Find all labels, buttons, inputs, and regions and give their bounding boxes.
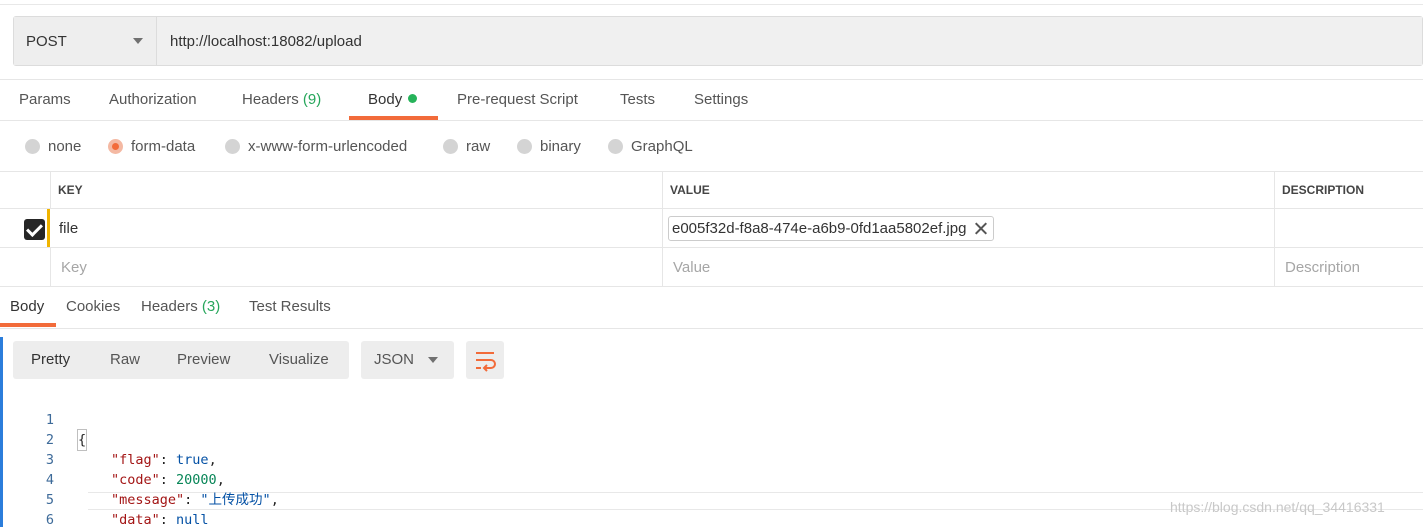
radio-icon	[225, 138, 240, 154]
headers-count: (9)	[302, 91, 322, 108]
code-line: 4 "message": "上传成功",	[0, 450, 1423, 508]
tab-label: Cookies	[66, 298, 121, 315]
response-headers-count: (3)	[201, 298, 221, 315]
tab-body[interactable]: Body	[368, 80, 418, 121]
view-pretty-button[interactable]: Pretty	[31, 341, 70, 379]
request-url-bar: POST	[13, 16, 1423, 66]
tab-headers[interactable]: Headers (9)	[242, 80, 321, 121]
line-number: 6	[45, 512, 54, 527]
format-label: JSON	[374, 351, 415, 368]
tab-label: Headers	[242, 91, 299, 108]
radio-label: raw	[466, 137, 491, 155]
code-line: 3 "code": 20000,	[0, 430, 1423, 488]
chevron-down-icon	[428, 357, 438, 363]
tab-label: Test Results	[249, 298, 331, 315]
view-raw-button[interactable]: Raw	[110, 341, 140, 379]
file-name: e005f32d-f8a8-474e-a6b9-0fd1aa5802ef.jpg	[672, 219, 967, 237]
close-icon[interactable]	[975, 222, 987, 234]
radio-x-www-form-urlencoded[interactable]: x-www-form-urlencoded	[225, 131, 407, 161]
divider	[0, 328, 1423, 329]
code-text: "data": null	[111, 512, 209, 527]
tab-label: Settings	[694, 91, 749, 108]
code-line: 2 "flag": true,	[0, 410, 1423, 468]
column-header-description: DESCRIPTION	[1274, 171, 1423, 208]
tab-settings[interactable]: Settings	[694, 80, 748, 121]
description-placeholder[interactable]: Description	[1274, 248, 1423, 286]
row-key: file	[59, 219, 79, 237]
code-line: 1 {	[0, 390, 1423, 451]
json-value: null	[176, 512, 209, 527]
wrap-lines-button[interactable]	[466, 341, 504, 379]
radio-icon	[608, 138, 623, 154]
radio-checked-icon	[108, 138, 123, 154]
tab-params[interactable]: Params	[19, 80, 71, 121]
tab-label: Headers	[141, 298, 198, 315]
radio-form-data[interactable]: form-data	[108, 131, 195, 161]
view-preview-button[interactable]: Preview	[177, 341, 230, 379]
radio-label: binary	[540, 137, 581, 155]
radio-icon	[25, 138, 40, 154]
row-key-cell[interactable]: file	[50, 209, 662, 247]
tab-label: Params	[19, 91, 71, 108]
table-header-row: KEY VALUE DESCRIPTION	[0, 171, 1423, 209]
tab-authorization[interactable]: Authorization	[109, 80, 197, 121]
response-tab-body[interactable]: Body	[10, 288, 44, 326]
tab-label: Body	[10, 298, 45, 315]
view-mode-group: Pretty Raw Preview Visualize	[13, 341, 349, 379]
chevron-down-icon	[133, 38, 143, 44]
top-strip	[0, 0, 1423, 5]
column-header-key: KEY	[50, 171, 662, 208]
radio-icon	[443, 138, 458, 154]
active-response-tab-underline	[0, 323, 56, 327]
radio-label: GraphQL	[631, 137, 693, 155]
radio-none[interactable]: none	[25, 131, 81, 161]
json-key: "data"	[111, 512, 160, 527]
watermark: https://blog.csdn.net/qq_34416331	[1170, 499, 1385, 515]
response-tab-test-results[interactable]: Test Results	[249, 288, 331, 326]
format-select[interactable]: JSON	[361, 341, 454, 379]
tab-pre-request-script[interactable]: Pre-request Script	[457, 80, 578, 121]
radio-icon	[517, 138, 532, 154]
wrap-lines-icon	[476, 352, 496, 372]
column-header-value: VALUE	[662, 171, 1274, 208]
table-row-empty: Key Value Description	[0, 248, 1423, 287]
active-dot-icon	[408, 94, 418, 103]
response-tab-cookies[interactable]: Cookies	[66, 288, 120, 326]
key-placeholder[interactable]: Key	[50, 248, 662, 286]
row-value-cell[interactable]: e005f32d-f8a8-474e-a6b9-0fd1aa5802ef.jpg	[662, 209, 1274, 247]
table-row: file e005f32d-f8a8-474e-a6b9-0fd1aa5802e…	[0, 209, 1423, 248]
radio-label: x-www-form-urlencoded	[248, 137, 408, 155]
tab-tests[interactable]: Tests	[620, 80, 655, 121]
tab-label: Tests	[620, 91, 656, 108]
row-description-cell[interactable]	[1274, 209, 1423, 247]
tab-label: Authorization	[109, 91, 197, 108]
method-label: POST	[26, 32, 67, 50]
tab-label: Body	[368, 91, 403, 108]
radio-raw[interactable]: raw	[443, 131, 490, 161]
file-chip: e005f32d-f8a8-474e-a6b9-0fd1aa5802ef.jpg	[668, 215, 995, 241]
code-line: 5 "data": null	[0, 470, 1423, 527]
tab-label: Pre-request Script	[457, 91, 578, 108]
method-select[interactable]: POST	[14, 17, 157, 65]
request-tabs: Params Authorization Headers (9) Body Pr…	[0, 80, 1423, 121]
body-type-options: none form-data x-www-form-urlencoded raw…	[0, 131, 1423, 161]
radio-binary[interactable]: binary	[517, 131, 581, 161]
radio-label: none	[48, 137, 82, 155]
divider	[0, 120, 1423, 121]
radio-label: form-data	[131, 137, 196, 155]
radio-graphql[interactable]: GraphQL	[608, 131, 693, 161]
response-tabs: Body Cookies Headers (3) Test Results	[0, 288, 1423, 328]
value-placeholder[interactable]: Value	[662, 248, 1274, 286]
response-tab-headers[interactable]: Headers (3)	[141, 288, 220, 326]
url-input[interactable]	[157, 17, 1422, 65]
view-visualize-button[interactable]: Visualize	[269, 341, 329, 379]
checkbox-checked-icon[interactable]	[24, 219, 45, 240]
